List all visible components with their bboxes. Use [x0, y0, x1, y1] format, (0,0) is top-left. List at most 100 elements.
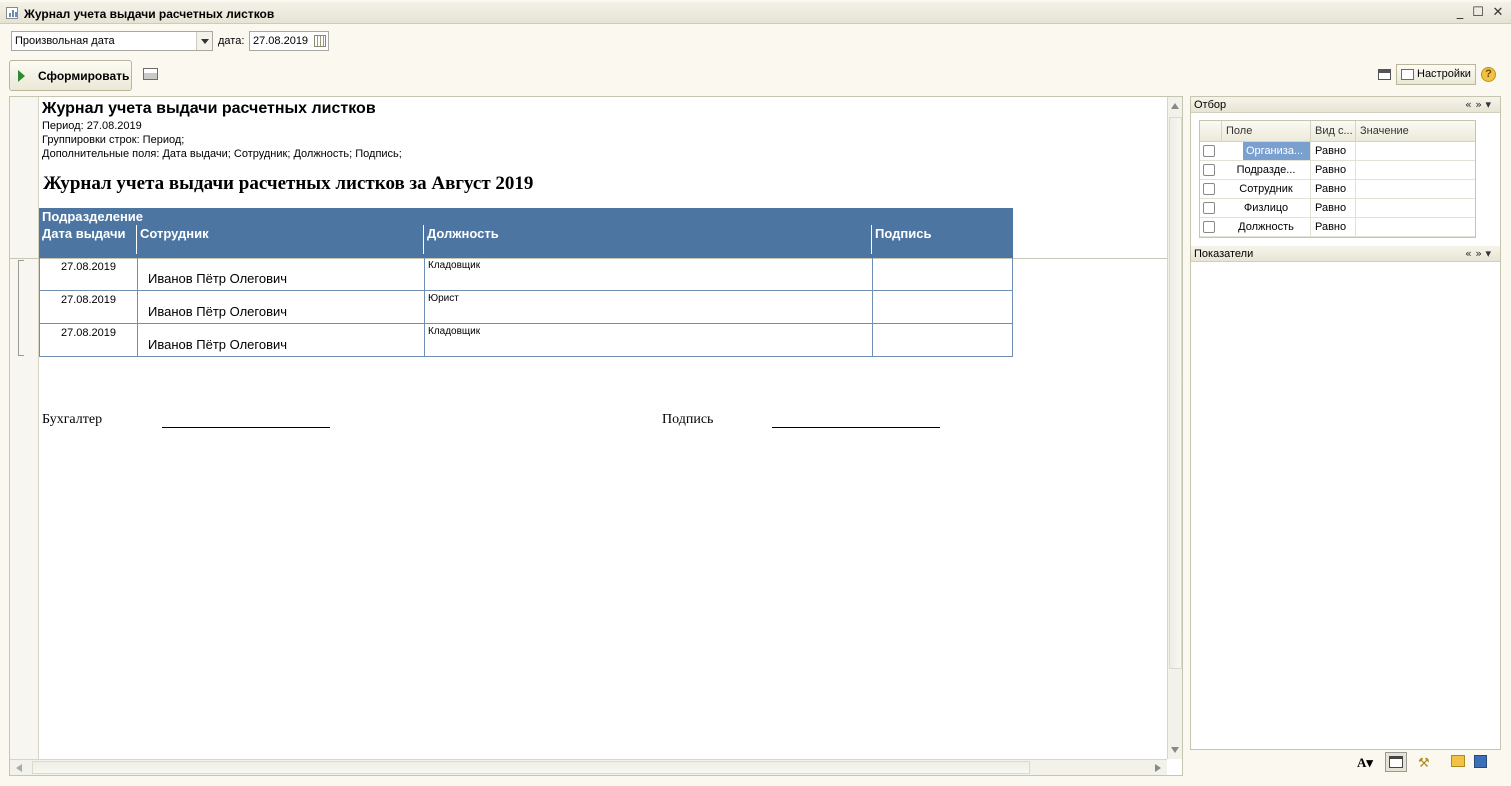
filter-row[interactable]: Организа... Равно	[1200, 142, 1475, 161]
chevron-down-icon[interactable]	[196, 32, 212, 50]
wrench-icon[interactable]: ⚒	[1418, 755, 1438, 770]
cell-position: Кладовщик	[425, 324, 873, 356]
filter-checkbox[interactable]	[1203, 183, 1215, 195]
print-icon[interactable]	[143, 68, 158, 80]
filter-panel-header: Отбор « » ▾	[1191, 97, 1500, 113]
panel-collapse-controls[interactable]: « » ▾	[1465, 98, 1491, 111]
footer-signature-label: Подпись	[662, 412, 714, 427]
close-button[interactable]: ✕	[1490, 6, 1506, 20]
generate-label: Сформировать	[38, 69, 130, 83]
generate-button[interactable]: Сформировать	[9, 60, 132, 91]
column-header: Поле	[1222, 121, 1311, 142]
filter-condition[interactable]: Равно	[1311, 218, 1356, 236]
filter-condition[interactable]: Равно	[1311, 142, 1356, 160]
calendar-icon[interactable]	[314, 35, 326, 47]
indicators-panel-title: Показатели	[1194, 248, 1254, 260]
report-title: Журнал учета выдачи расчетных листков	[42, 100, 376, 117]
report-document[interactable]: Журнал учета выдачи расчетных листков Пе…	[9, 96, 1183, 776]
date-label: дата:	[218, 35, 245, 47]
filter-field[interactable]: Должность	[1222, 218, 1311, 236]
group-bracket[interactable]	[18, 260, 24, 356]
filter-row[interactable]: Физлицо Равно	[1200, 199, 1475, 218]
minimize-button[interactable]: _	[1452, 6, 1468, 20]
filter-condition[interactable]: Равно	[1311, 161, 1356, 179]
settings-panel: Отбор « » ▾ Поле Вид с... Значение Орган…	[1190, 96, 1501, 750]
report-grouping: Группировки строк: Период;	[42, 134, 185, 146]
period-type-value: Произвольная дата	[15, 35, 115, 47]
filter-row[interactable]: Сотрудник Равно	[1200, 180, 1475, 199]
report-heading: Журнал учета выдачи расчетных листков за…	[43, 173, 534, 194]
table-header: Дата выдачи Сотрудник Должность Подпись	[39, 225, 1013, 258]
column-header: Дата выдачи	[39, 225, 137, 254]
filter-row[interactable]: Подразде... Равно	[1200, 161, 1475, 180]
table-row[interactable]: 27.08.2019 Иванов Пётр Олегович Юрист	[39, 291, 1013, 324]
period-type-select[interactable]: Произвольная дата	[11, 31, 213, 51]
filter-panel-title: Отбор	[1194, 99, 1227, 111]
column-header: Сотрудник	[137, 225, 424, 254]
column-header: Вид с...	[1311, 121, 1356, 142]
filter-checkbox[interactable]	[1203, 145, 1215, 157]
signature-line	[772, 427, 940, 428]
cell-signature	[873, 291, 1012, 323]
indicators-panel-header: Показатели « » ▾	[1191, 246, 1500, 262]
settings-label: Настройки	[1417, 68, 1471, 80]
cell-date: 27.08.2019	[40, 258, 138, 290]
report-extra-fields: Дополнительные поля: Дата выдачи; Сотруд…	[42, 148, 402, 160]
filter-condition[interactable]: Равно	[1311, 180, 1356, 198]
cell-employee: Иванов Пётр Олегович	[138, 291, 425, 323]
panel-collapse-controls[interactable]: « » ▾	[1465, 247, 1491, 260]
column-header: Значение	[1356, 121, 1475, 142]
table-row[interactable]: 27.08.2019 Иванов Пётр Олегович Кладовщи…	[39, 324, 1013, 357]
window-titlebar: Журнал учета выдачи расчетных листков _ …	[0, 2, 1511, 24]
filter-checkbox[interactable]	[1203, 202, 1215, 214]
filter-row[interactable]: Должность Равно	[1200, 218, 1475, 237]
help-icon[interactable]: ?	[1481, 67, 1496, 82]
scroll-right-icon[interactable]	[1155, 764, 1161, 772]
font-icon[interactable]: A▾	[1357, 755, 1379, 770]
filter-field[interactable]: Подразде...	[1222, 161, 1311, 179]
play-icon	[18, 70, 25, 82]
date-field[interactable]: 27.08.2019	[249, 31, 329, 51]
cell-date: 27.08.2019	[40, 324, 138, 356]
group-header: Подразделение	[39, 208, 1013, 225]
filter-field[interactable]: Организа...	[1243, 142, 1311, 160]
scroll-thumb[interactable]	[32, 761, 1030, 774]
scroll-up-icon[interactable]	[1171, 103, 1179, 109]
filter-field[interactable]: Сотрудник	[1222, 180, 1311, 198]
cell-date: 27.08.2019	[40, 291, 138, 323]
report-icon	[6, 7, 18, 19]
footer-accountant-label: Бухгалтер	[42, 412, 103, 427]
cell-signature	[873, 258, 1012, 290]
cell-signature	[873, 324, 1012, 356]
vertical-scrollbar[interactable]	[1167, 97, 1182, 759]
scroll-left-icon[interactable]	[16, 764, 22, 772]
filter-checkbox[interactable]	[1203, 164, 1215, 176]
date-value: 27.08.2019	[253, 35, 309, 47]
table-row[interactable]: 27.08.2019 Иванов Пётр Олегович Кладовщи…	[39, 258, 1013, 291]
column-header: Подпись	[875, 226, 932, 241]
filter-field[interactable]: Физлицо	[1222, 199, 1311, 217]
accountant-signature-line	[162, 427, 330, 428]
report-period: Период: 27.08.2019	[42, 120, 142, 132]
settings-button[interactable]: Настройки	[1396, 64, 1476, 85]
save-icon[interactable]	[1474, 755, 1487, 768]
scroll-thumb[interactable]	[1169, 117, 1182, 669]
horizontal-scrollbar[interactable]	[10, 759, 1167, 775]
open-folder-icon[interactable]	[1451, 755, 1465, 767]
column-header	[1200, 121, 1222, 142]
report-gutter	[10, 97, 39, 759]
filter-condition[interactable]: Равно	[1311, 199, 1356, 217]
filter-checkbox[interactable]	[1203, 221, 1215, 233]
table-view-icon[interactable]	[1385, 752, 1407, 772]
filter-table[interactable]: Поле Вид с... Значение Организа... Равно…	[1199, 120, 1476, 238]
column-header: Должность	[424, 225, 872, 254]
scroll-down-icon[interactable]	[1171, 747, 1179, 753]
cell-position: Кладовщик	[425, 258, 873, 290]
group-header-label: Подразделение	[42, 209, 144, 224]
window-title: Журнал учета выдачи расчетных листков	[24, 7, 275, 21]
cell-employee: Иванов Пётр Олегович	[138, 258, 425, 290]
maximize-button[interactable]: ☐	[1470, 6, 1486, 20]
settings-icon	[1401, 69, 1414, 80]
cell-position: Юрист	[425, 291, 873, 323]
variant-icon[interactable]	[1378, 69, 1391, 80]
